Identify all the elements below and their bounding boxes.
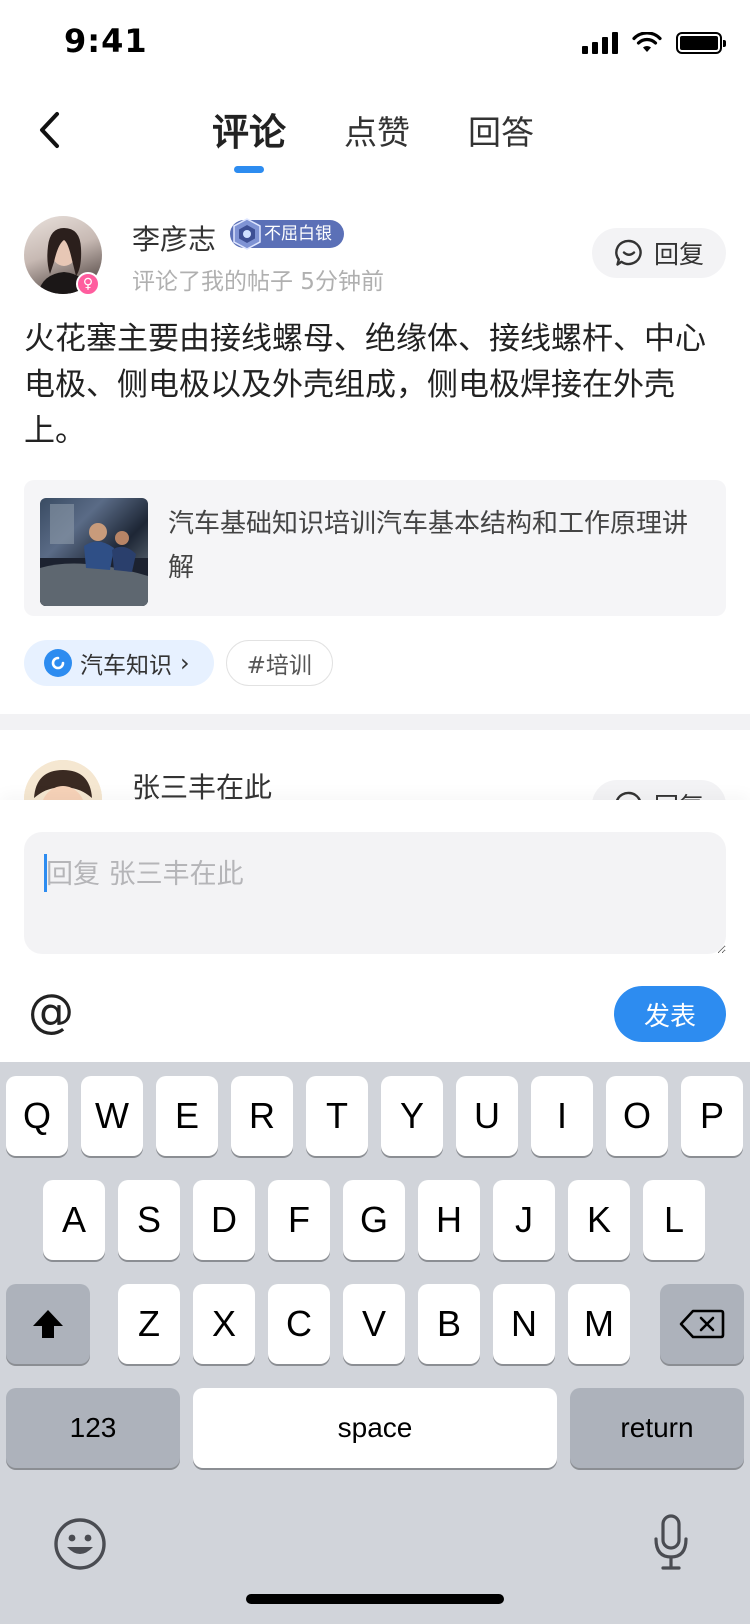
dictation-button[interactable]: [646, 1508, 696, 1578]
key-k[interactable]: K: [568, 1180, 630, 1260]
tab-comments[interactable]: 评论: [212, 102, 286, 156]
hashtag-tag[interactable]: #培训: [225, 640, 333, 686]
system-keyboard: Q W E R T Y U I O P A S D F G H J K L Z …: [0, 1062, 750, 1624]
comment-item: 张三丰在此 回复: [0, 730, 750, 800]
key-j[interactable]: J: [493, 1180, 555, 1260]
tab-answers[interactable]: 回答: [468, 106, 534, 154]
comment-subline: 评论了我的帖子 5分钟前: [132, 269, 384, 295]
backspace-icon: [679, 1309, 725, 1339]
post-thumbnail: [40, 498, 148, 606]
key-y[interactable]: Y: [381, 1076, 443, 1156]
tab-likes[interactable]: 点赞: [344, 106, 410, 154]
key-x[interactable]: X: [193, 1284, 255, 1364]
return-key[interactable]: return: [570, 1388, 744, 1468]
key-o[interactable]: O: [606, 1076, 668, 1156]
key-e[interactable]: E: [156, 1076, 218, 1156]
status-icons: [582, 32, 726, 54]
key-h[interactable]: H: [418, 1180, 480, 1260]
numbers-key[interactable]: 123: [6, 1388, 180, 1468]
reply-button-label: 回复: [653, 240, 704, 269]
key-u[interactable]: U: [456, 1076, 518, 1156]
reply-composer: @ 发表: [0, 800, 750, 1062]
space-key[interactable]: space: [193, 1388, 557, 1468]
key-i[interactable]: I: [531, 1076, 593, 1156]
keyboard-row-2: A S D F G H J K L: [0, 1180, 750, 1260]
key-p[interactable]: P: [681, 1076, 743, 1156]
topic-tag[interactable]: 汽车知识 ›: [24, 640, 214, 686]
key-r[interactable]: R: [231, 1076, 293, 1156]
section-divider: [0, 714, 750, 730]
avatar-cartoon: [24, 760, 102, 800]
key-d[interactable]: D: [193, 1180, 255, 1260]
tab-bar: 评论 点赞 回答: [0, 88, 750, 184]
level-badge-label: 不屈白银: [264, 224, 332, 244]
send-button[interactable]: 发表: [614, 986, 726, 1042]
shift-arrow-icon: [33, 1310, 63, 1338]
reply-input[interactable]: [24, 832, 726, 954]
emoji-icon: [54, 1518, 106, 1570]
medal-icon: [233, 218, 261, 250]
comment-username[interactable]: 张三丰在此: [132, 766, 272, 800]
home-indicator: [246, 1594, 504, 1604]
level-badge: 不屈白银: [230, 218, 344, 250]
key-w[interactable]: W: [81, 1076, 143, 1156]
comment-text: 火花塞主要由接线螺母、绝缘体、接线螺杆、中心电极、侧电极以及外壳组成，侧电极焊接…: [24, 321, 706, 449]
chevron-right-icon: ›: [180, 649, 190, 677]
reply-button[interactable]: 回复: [592, 780, 726, 800]
key-q[interactable]: Q: [6, 1076, 68, 1156]
notifications-page: 9:41 评论 点赞 回答 ♀ 李彦志 不屈白银 评论了我的帖子 5分钟前 回复…: [0, 0, 750, 1624]
key-t[interactable]: T: [306, 1076, 368, 1156]
comment-username[interactable]: 李彦志: [132, 218, 216, 258]
key-s[interactable]: S: [118, 1180, 180, 1260]
battery-icon: [676, 32, 726, 54]
text-caret: [44, 854, 47, 892]
shift-key[interactable]: [6, 1284, 90, 1364]
reply-button-label: 回复: [654, 787, 704, 800]
key-m[interactable]: M: [568, 1284, 630, 1364]
key-b[interactable]: B: [418, 1284, 480, 1364]
linked-post-card[interactable]: 汽车基础知识培训汽车基本结构和工作原理讲解: [24, 480, 726, 616]
reply-button[interactable]: 回复: [592, 228, 726, 278]
key-l[interactable]: L: [643, 1180, 705, 1260]
wifi-icon: [632, 32, 662, 52]
status-bar: 9:41: [0, 0, 750, 88]
linked-post-title: 汽车基础知识培训汽车基本结构和工作原理讲解: [168, 509, 689, 583]
key-c[interactable]: C: [268, 1284, 330, 1364]
keyboard-row-4: 123 space return: [0, 1388, 750, 1468]
microphone-icon: [654, 1514, 688, 1570]
key-z[interactable]: Z: [118, 1284, 180, 1364]
keyboard-row-3: Z X C V B N M: [0, 1284, 750, 1364]
status-time: 9:41: [64, 22, 148, 60]
active-tab-indicator: [234, 166, 264, 173]
tag-list: 汽车知识 › #培训: [24, 640, 333, 686]
topic-icon: [44, 649, 72, 677]
emoji-button[interactable]: [50, 1514, 110, 1574]
signal-icon: [582, 32, 618, 54]
mention-button[interactable]: @: [24, 984, 78, 1038]
key-v[interactable]: V: [343, 1284, 405, 1364]
key-a[interactable]: A: [43, 1180, 105, 1260]
key-n[interactable]: N: [493, 1284, 555, 1364]
topic-tag-label: 汽车知识: [80, 653, 172, 679]
delete-key[interactable]: [660, 1284, 744, 1364]
keyboard-row-1: Q W E R T Y U I O P: [0, 1076, 750, 1156]
key-f[interactable]: F: [268, 1180, 330, 1260]
key-g[interactable]: G: [343, 1180, 405, 1260]
comment-bubble-icon: [615, 239, 642, 266]
top-navigation: 评论 点赞 回答: [0, 88, 750, 184]
avatar[interactable]: [24, 760, 102, 800]
female-icon: ♀: [76, 272, 100, 296]
comment-bubble-icon: [616, 791, 641, 800]
